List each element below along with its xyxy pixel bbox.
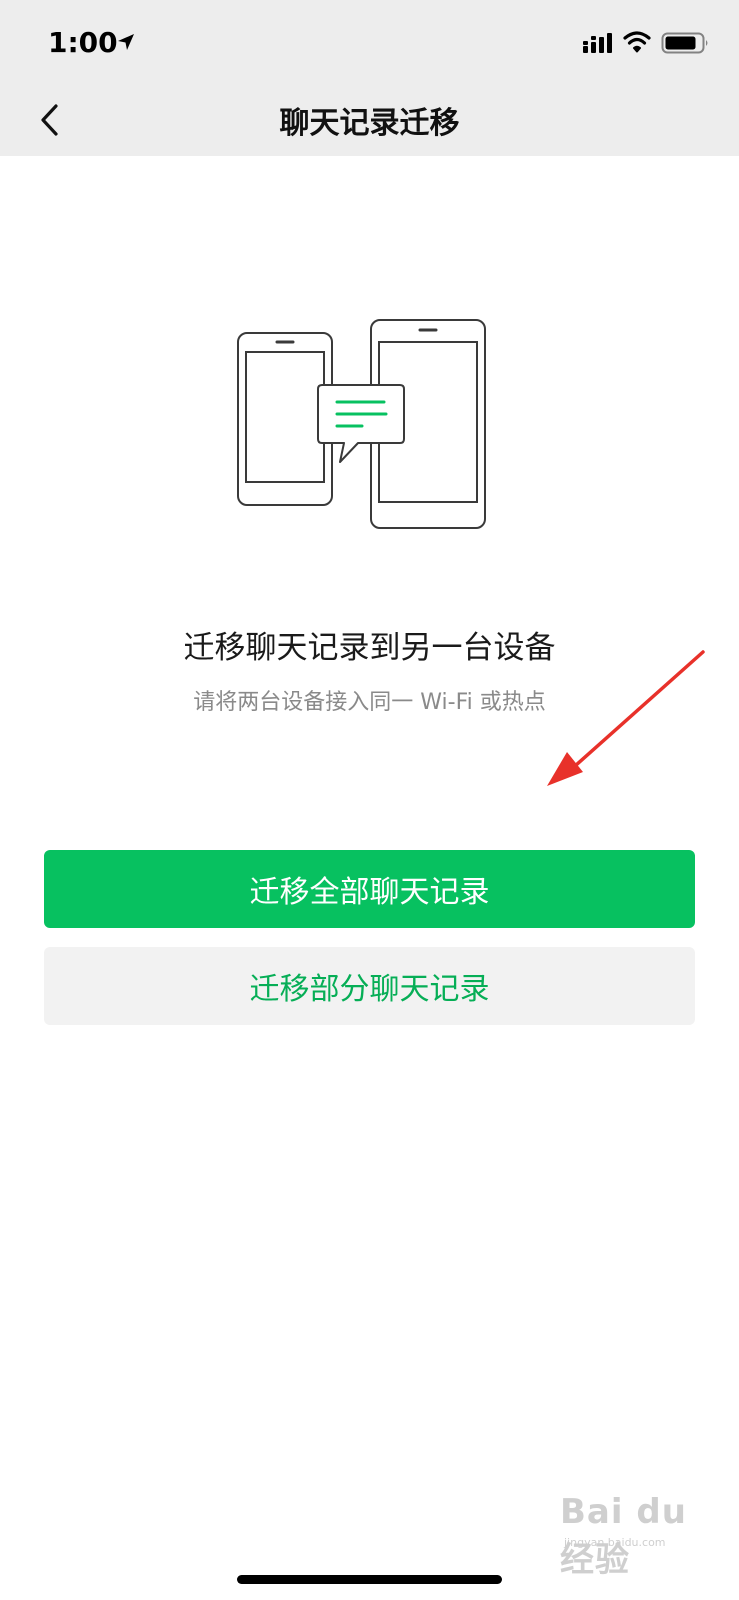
watermark: Bai du 经验 jingyan.baidu.com [560, 1492, 710, 1580]
migrate-partial-button[interactable]: 迁移部分聊天记录 [44, 947, 695, 1025]
location-arrow-icon [118, 34, 134, 50]
status-time: 1:00 [48, 26, 118, 59]
navigation-bar: 聊天记录迁移 [0, 88, 739, 156]
migrate-all-button[interactable]: 迁移全部聊天记录 [44, 850, 695, 928]
page-title: 聊天记录迁移 [279, 106, 460, 141]
cellular-signal-icon [583, 33, 612, 53]
top-area: 1:00 聊天记录迁移 [0, 0, 739, 156]
annotation-arrow-icon [547, 650, 705, 786]
status-bar: 1:00 [0, 0, 739, 88]
home-indicator[interactable] [237, 1575, 502, 1584]
chat-migration-screen: 1:00 聊天记录迁移 迁移聊天记录到另一台设备 请将两台设备接入同一 Wi-F… [0, 0, 739, 1600]
phones-transfer-illustration [237, 319, 486, 529]
wifi-icon [623, 31, 651, 53]
battery-icon [661, 32, 708, 54]
watermark-sub: jingyan.baidu.com [564, 1536, 666, 1549]
